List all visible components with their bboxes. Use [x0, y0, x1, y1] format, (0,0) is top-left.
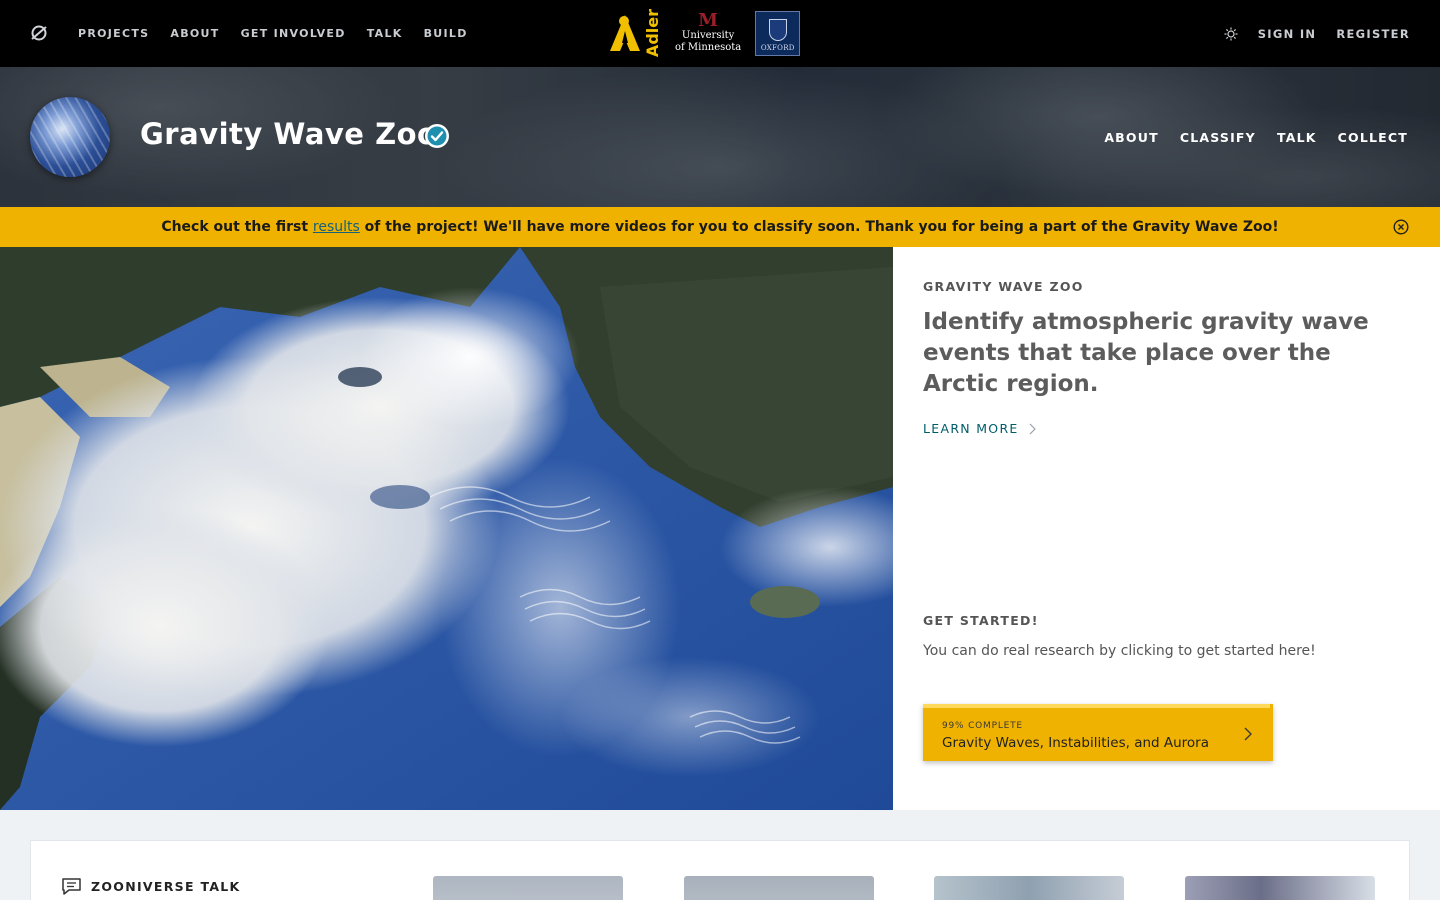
adler-mark-icon [610, 15, 640, 51]
workflow-progress-bar [923, 704, 1270, 708]
umn-line2: of Minnesota [675, 42, 742, 53]
verified-check-icon [425, 124, 449, 148]
workflow-progress-label: 99% COMPLETE [942, 721, 1023, 731]
announcement-text: Check out the first results of the proje… [161, 219, 1278, 235]
account-links: SIGN IN REGISTER [1224, 0, 1410, 67]
oxford-logo: OXFORD [755, 10, 801, 56]
get-started-text: You can do real research by clicking to … [923, 643, 1316, 659]
sun-icon[interactable] [1224, 27, 1238, 41]
sign-in-link[interactable]: SIGN IN [1258, 27, 1317, 41]
project-intro-panel: GRAVITY WAVE ZOO Identify atmospheric gr… [893, 247, 1440, 810]
register-link[interactable]: REGISTER [1336, 27, 1410, 41]
hero-satellite-image [0, 247, 893, 810]
announcement-text-after: of the project! We'll have more videos f… [359, 219, 1279, 235]
project-nav-talk[interactable]: TALK [1277, 130, 1317, 145]
project-nav: ABOUT CLASSIFY TALK COLLECT [1104, 67, 1408, 207]
talk-title: ZOONIVERSE TALK [91, 879, 241, 894]
site-top-nav: PROJECTS ABOUT GET INVOLVED TALK BUILD A… [0, 0, 1440, 67]
talk-heading: ZOONIVERSE TALK [61, 877, 241, 896]
project-avatar[interactable] [30, 97, 110, 177]
nav-build[interactable]: BUILD [424, 27, 468, 40]
project-nav-collect[interactable]: COLLECT [1338, 130, 1408, 145]
talk-thumbnail[interactable] [1185, 876, 1375, 900]
announcement-banner: Check out the first results of the proje… [0, 207, 1440, 247]
talk-thumbnail[interactable] [934, 876, 1124, 900]
intro-kicker: GRAVITY WAVE ZOO [923, 279, 1084, 294]
chevron-right-icon [1029, 423, 1036, 434]
umn-m-mark: M [698, 10, 719, 31]
adler-wordmark: Adler [643, 8, 662, 58]
learn-more-label: LEARN MORE [923, 421, 1019, 436]
chevron-right-icon [1244, 727, 1252, 741]
oxford-wordmark: OXFORD [760, 43, 795, 52]
nav-about[interactable]: ABOUT [170, 27, 219, 40]
talk-thumbnail[interactable] [684, 876, 874, 900]
adler-logo: Adler [608, 8, 662, 58]
learn-more-link[interactable]: LEARN MORE [923, 421, 1037, 436]
project-title[interactable]: Gravity Wave Zoo [140, 117, 437, 151]
close-circle-icon[interactable] [1393, 219, 1409, 235]
announcement-text-before: Check out the first [161, 219, 313, 235]
chat-bubble-icon [62, 878, 81, 895]
umn-line1: University [681, 30, 735, 41]
site-nav-links: PROJECTS ABOUT GET INVOLVED TALK BUILD [78, 0, 468, 67]
project-nav-about[interactable]: ABOUT [1104, 130, 1159, 145]
results-link[interactable]: results [313, 219, 360, 235]
nav-talk[interactable]: TALK [367, 27, 403, 40]
workflow-name: Gravity Waves, Instabilities, and Aurora [942, 735, 1210, 751]
talk-section: ZOONIVERSE TALK [30, 840, 1410, 900]
nav-projects[interactable]: PROJECTS [78, 27, 149, 40]
nav-get-involved[interactable]: GET INVOLVED [241, 27, 346, 40]
get-started-heading: GET STARTED! [923, 613, 1039, 628]
oxford-crest-icon [768, 18, 787, 41]
talk-thumbnail[interactable] [433, 876, 623, 900]
project-nav-classify[interactable]: CLASSIFY [1180, 130, 1256, 145]
umn-logo: M University of Minnesota [675, 12, 741, 54]
partner-logos: Adler M University of Minnesota OXFORD [608, 8, 801, 58]
zooniverse-logo-icon[interactable] [30, 24, 48, 42]
project-header: Gravity Wave Zoo ABOUT CLASSIFY TALK COL… [0, 67, 1440, 207]
workflow-button[interactable]: 99% COMPLETE Gravity Waves, Instabilitie… [923, 704, 1273, 761]
satellite-image [0, 247, 893, 810]
project-description: Identify atmospheric gravity wave events… [923, 309, 1369, 397]
